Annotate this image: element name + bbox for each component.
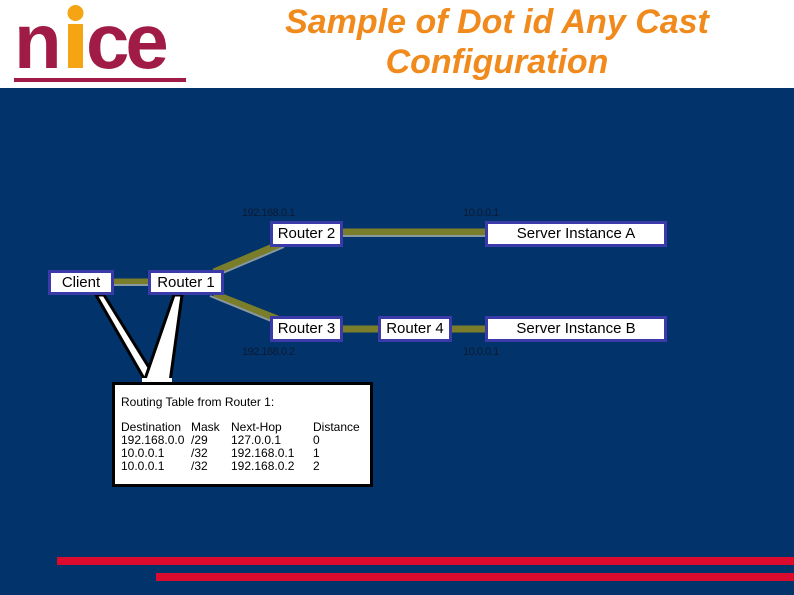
cell-distance: 0 [313,433,320,447]
node-server-instance-b[interactable]: Server Instance B [485,316,667,342]
node-router-3-label: Router 3 [277,320,336,337]
link-router1-router2 [212,240,285,276]
node-server-b-label: Server Instance B [516,320,636,337]
server-a-ip: 10.0.0.1 [463,207,499,219]
link-client-router1 [114,278,148,286]
link-router2-server-a [343,228,485,237]
callout-pointer-router1 [141,293,184,384]
network-links [93,228,485,386]
node-client-label: Client [61,274,101,291]
node-router-2-label: Router 2 [277,225,336,242]
router-3-ip: 192.168.0.2 [242,346,295,358]
node-router-3[interactable]: Router 3 [270,316,343,342]
cell-next-hop: 192.168.0.2 [231,459,295,473]
routing-table-callout: Routing Table from Router 1: Destination… [112,382,373,487]
routing-table-title: Routing Table from Router 1: [121,395,275,409]
node-router-1[interactable]: Router 1 [148,270,224,295]
cell-mask: /32 [191,459,208,473]
cell-distance: 1 [313,446,320,460]
node-router-1-label: Router 1 [157,274,215,291]
node-server-a-label: Server Instance A [516,225,636,242]
node-client[interactable]: Client [48,270,114,295]
table-row: 10.0.0.1 /32 192.168.0.2 2 [121,460,360,473]
accent-bar-top [57,557,794,565]
node-server-instance-a[interactable]: Server Instance A [485,221,667,247]
accent-bar-bottom [156,573,794,581]
node-router-4[interactable]: Router 4 [378,316,452,342]
server-b-ip: 10.0.0.1 [463,346,499,358]
node-router-2[interactable]: Router 2 [270,221,343,247]
col-distance: Distance [313,420,360,434]
cell-destination: 10.0.0.1 [121,459,165,473]
cell-distance: 2 [313,459,320,473]
node-router-4-label: Router 4 [386,320,444,337]
router-2-ip: 192.168.0.1 [242,207,295,219]
routing-table: Destination Mask Next-Hop Distance 192.1… [121,421,360,473]
